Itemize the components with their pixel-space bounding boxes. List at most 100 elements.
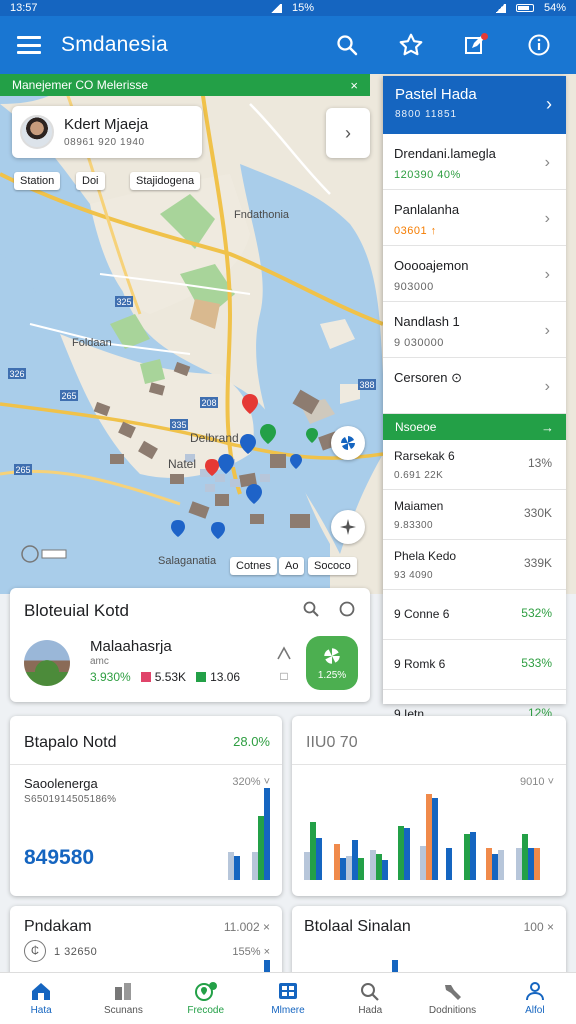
green-square-icon bbox=[196, 672, 207, 682]
coin-icon: ₵ bbox=[24, 940, 46, 962]
route-shield-2: 265 bbox=[61, 391, 76, 401]
side-item-sub: 120390 40% bbox=[394, 169, 461, 181]
chip-station[interactable]: Station bbox=[14, 172, 61, 190]
place-stat-2: 5.53K bbox=[154, 670, 187, 684]
nav-label-3: Mlmere bbox=[271, 1005, 305, 1016]
wifi-icon bbox=[493, 3, 506, 13]
chevron-right-icon: › bbox=[546, 94, 552, 114]
search-icon bbox=[361, 983, 380, 1001]
tools-icon bbox=[444, 985, 461, 1000]
person-icon bbox=[525, 982, 544, 1001]
side-green-title: Nsoeoe bbox=[395, 420, 437, 434]
place-stat-1: 3.930% bbox=[90, 670, 131, 684]
map-chip-c[interactable]: Sococo bbox=[308, 557, 357, 575]
bottom-right-title: Btolaal Sinalan bbox=[304, 918, 411, 935]
menu-icon[interactable] bbox=[17, 36, 41, 54]
side-header-title: Pastel Hada bbox=[395, 86, 477, 103]
side-panel-header[interactable]: Pastel Hada 8800 11851 › bbox=[383, 76, 566, 134]
navigation-icon[interactable]: □ bbox=[276, 646, 292, 685]
avatar bbox=[20, 115, 54, 149]
notification-dot bbox=[481, 33, 488, 40]
star-icon[interactable] bbox=[388, 25, 434, 65]
route-shield-1: 325 bbox=[116, 297, 131, 307]
map-chip-b[interactable]: Ao bbox=[279, 557, 305, 575]
profile-name: Kdert Mjaeja bbox=[64, 116, 149, 133]
nav-label-4: Hada bbox=[358, 1005, 383, 1016]
edit-icon[interactable] bbox=[452, 25, 498, 65]
side-mini-row[interactable]: 9 Conne 6 532% bbox=[383, 590, 566, 640]
side-item[interactable]: Cersoren ⊙ › bbox=[383, 358, 566, 414]
side-item-title: Nandlash 1 bbox=[394, 314, 460, 329]
chip-doi[interactable]: Doi bbox=[76, 172, 105, 190]
info-banner: Manejemer CO Melerisse × bbox=[0, 74, 370, 96]
nav-hada[interactable]: Hada bbox=[329, 973, 411, 1024]
nav-definitions[interactable]: Dodnitions bbox=[411, 973, 493, 1024]
battery-icon bbox=[515, 4, 534, 12]
stats-card-right[interactable]: IIU0 70 9010 ˅ bbox=[292, 716, 566, 896]
mini-row-sub: 0.691 22K bbox=[394, 470, 444, 481]
place-stat-3-wrap: 13.06 bbox=[196, 670, 240, 684]
nav-frecode[interactable]: Frecode bbox=[165, 973, 247, 1024]
side-item[interactable]: Drendani.lamegla 120390 40% › bbox=[383, 134, 566, 190]
side-mini-row[interactable]: Maiamen 9.83300 330K bbox=[383, 490, 566, 540]
mini-row-value: 533% bbox=[521, 656, 552, 670]
side-item-sub: 903000 bbox=[394, 281, 434, 293]
locate-button[interactable] bbox=[331, 510, 365, 544]
mini-row-value: 532% bbox=[521, 606, 552, 620]
map-chip-a[interactable]: Cotnes bbox=[230, 557, 277, 575]
side-item[interactable]: Nandlash 1 9 030000 › bbox=[383, 302, 566, 358]
search-icon[interactable] bbox=[302, 600, 320, 623]
pin-badge-icon bbox=[194, 982, 217, 1001]
nav-scans[interactable]: Scunans bbox=[82, 973, 164, 1024]
divider bbox=[292, 764, 566, 765]
app-actions bbox=[306, 25, 562, 65]
stats-card-left[interactable]: Btapalo Notd 28.0% Saoolenerga S65019145… bbox=[10, 716, 282, 896]
place-stat-3: 13.06 bbox=[210, 670, 241, 684]
side-item[interactable]: Panlalanha 03601 ↑ › bbox=[383, 190, 566, 246]
status-battery-right: 54% bbox=[543, 2, 566, 14]
nav-label-2: Frecode bbox=[187, 1005, 225, 1016]
nav-label-5: Dodnitions bbox=[428, 1005, 477, 1016]
banner-text: Manejemer CO Melerisse bbox=[12, 78, 149, 92]
route-shield-6: 388 bbox=[359, 380, 374, 390]
bottom-right-small: 100 × bbox=[523, 920, 554, 934]
profile-card[interactable]: Kdert Mjaeja 08961 920 1940 bbox=[12, 106, 202, 158]
status-bar: 13:57 15% 54% bbox=[0, 0, 576, 16]
mini-row-value: 13% bbox=[527, 456, 552, 470]
side-mini-row[interactable]: Phela Kedo 93 4090 339K bbox=[383, 540, 566, 590]
chevron-right-icon: › bbox=[544, 266, 550, 283]
stats-left-sub: Saoolenerga bbox=[24, 776, 98, 791]
stats-left-big: 849580 bbox=[24, 846, 95, 869]
bottom-left-title: Pndakam bbox=[24, 918, 92, 935]
layers-button[interactable] bbox=[331, 426, 365, 460]
mini-bar bbox=[392, 960, 398, 972]
mini-row-sub: 9.83300 bbox=[394, 520, 433, 531]
red-square-icon bbox=[140, 672, 151, 682]
bottom-navigation: Hata Scunans Frecode Mlmere Hada Dodniti… bbox=[0, 972, 576, 1024]
place-card-title: Bloteuial Kotd bbox=[24, 601, 129, 620]
side-mini-row[interactable]: Rarsekak 6 0.691 22K 13% bbox=[383, 440, 566, 490]
side-header-sub: 8800 11851 bbox=[395, 109, 458, 120]
side-green-header[interactable]: Nsoeoe → bbox=[383, 414, 566, 440]
route-shield-7: 326 bbox=[9, 369, 24, 379]
map-label-center: Delbrand bbox=[190, 431, 239, 445]
chevron-right-icon: › bbox=[544, 210, 550, 227]
circle-icon[interactable] bbox=[338, 600, 356, 623]
info-icon[interactable] bbox=[516, 25, 562, 65]
grid-icon bbox=[278, 983, 297, 999]
side-item[interactable]: Ooooajemon 903000 › bbox=[383, 246, 566, 302]
place-stat-2-wrap: 5.53K bbox=[140, 670, 187, 684]
nav-profile[interactable]: Alfol bbox=[494, 973, 576, 1024]
stats-right-title: IIU0 70 bbox=[306, 734, 358, 751]
search-icon[interactable] bbox=[324, 25, 370, 65]
status-center: 15% bbox=[270, 2, 314, 14]
nav-mlmere[interactable]: Mlmere bbox=[247, 973, 329, 1024]
directions-button[interactable]: 1.25% bbox=[306, 636, 358, 690]
banner-close-button[interactable]: × bbox=[350, 78, 358, 93]
nav-home[interactable]: Hata bbox=[0, 973, 82, 1024]
place-card[interactable]: Bloteuial Kotd Malaahasrja amc 3.930% 5.… bbox=[10, 588, 370, 702]
map-label-district: Fndathonia bbox=[234, 209, 290, 221]
chip-stat[interactable]: Stajidogena bbox=[130, 172, 201, 190]
side-mini-row[interactable]: 9 Romk 6 533% bbox=[383, 640, 566, 690]
expand-button[interactable]: › bbox=[326, 108, 370, 158]
